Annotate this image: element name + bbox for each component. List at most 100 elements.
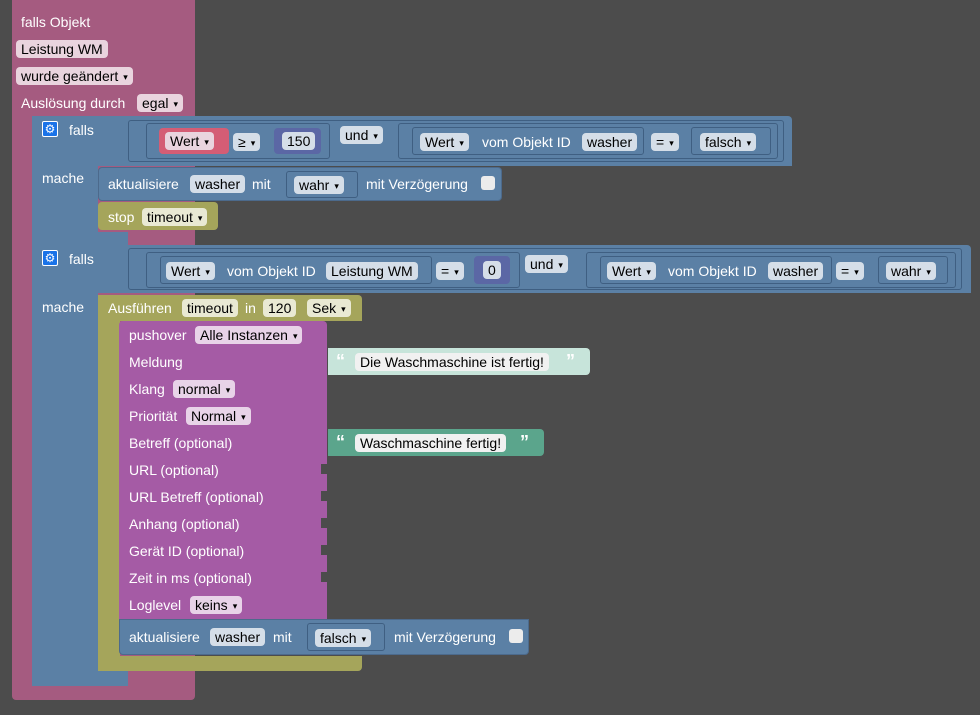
object-id-field[interactable]: washer: [768, 262, 824, 280]
input-notch: [321, 545, 327, 555]
operator-dropdown[interactable]: = ▾: [836, 262, 864, 280]
value-dropdown[interactable]: Wert ▾: [165, 132, 214, 150]
message-text-field[interactable]: Die Waschmaschine ist fertig!: [355, 353, 549, 371]
priority-value: Normal: [191, 408, 237, 424]
quote-open-icon: “: [336, 432, 345, 452]
timeout-block-footer: [98, 656, 362, 671]
object-id-label: vom Objekt ID: [482, 134, 571, 150]
chevron-down-icon: ▾: [197, 213, 203, 223]
operator-dropdown[interactable]: = ▾: [436, 262, 464, 280]
chevron-down-icon: ▾: [558, 260, 563, 270]
timeout-in-label: in: [245, 300, 256, 316]
logic-operator-dropdown[interactable]: und ▾: [340, 126, 383, 144]
boolean-dropdown[interactable]: falsch ▾: [315, 629, 372, 647]
number-block[interactable]: 0: [474, 256, 510, 284]
number-field[interactable]: 150: [282, 132, 316, 150]
gear-icon[interactable]: ⚙: [42, 121, 58, 137]
subject-text-field[interactable]: Waschmaschine fertig!: [355, 434, 507, 452]
quote-open-icon: “: [336, 351, 345, 371]
object-id-label: vom Objekt ID: [668, 263, 757, 279]
operator-dropdown[interactable]: = ▾: [651, 133, 679, 151]
value-label: Wert: [170, 133, 200, 149]
event-object-field[interactable]: Leistung WM: [16, 40, 108, 58]
value-dropdown[interactable]: Wert ▾: [420, 133, 469, 151]
loglevel-label: Loglevel: [129, 597, 182, 613]
input-notch: [321, 464, 327, 474]
object-id-field[interactable]: Leistung WM: [326, 262, 418, 280]
timeout-unit-dropdown[interactable]: Sek ▾: [307, 299, 351, 317]
boolean-dropdown[interactable]: wahr ▾: [294, 176, 344, 194]
event-label: falls Objekt: [21, 14, 91, 30]
number-field[interactable]: 0: [483, 261, 501, 279]
loglevel-dropdown[interactable]: keins ▾: [190, 596, 243, 614]
operator-value: =: [441, 263, 450, 279]
event-condition-dropdown[interactable]: wurde geändert ▾: [16, 67, 133, 85]
update-label: aktualisiere: [108, 176, 179, 192]
operator-value: =: [841, 263, 850, 279]
logic-operator-value: und: [345, 127, 369, 143]
sound-value: normal: [178, 381, 221, 397]
chevron-down-icon: ▾: [173, 99, 178, 109]
stop-label: stop: [108, 209, 135, 225]
value-dropdown[interactable]: Wert ▾: [607, 262, 656, 280]
chevron-down-icon: ▾: [646, 267, 651, 277]
if-block-2-footer: [32, 670, 128, 686]
priority-dropdown[interactable]: Normal ▾: [186, 407, 251, 425]
loglevel-value: keins: [195, 597, 228, 613]
chevron-down-icon: ▾: [854, 267, 859, 277]
value-block[interactable]: Wert ▾: [159, 128, 229, 154]
priority-label: Priorität: [129, 408, 178, 424]
value-label: Wert: [425, 134, 455, 150]
input-notch: [321, 572, 327, 582]
timeout-name-field[interactable]: timeout: [182, 299, 238, 317]
chevron-down-icon: ▾: [746, 138, 752, 148]
value-label: Wert: [612, 263, 642, 279]
update-object-field[interactable]: washer: [190, 175, 246, 193]
message-label: Meldung: [129, 354, 183, 370]
do-label: mache: [42, 299, 85, 315]
value-dropdown[interactable]: Wert ▾: [166, 262, 215, 280]
input-notch: [321, 518, 327, 528]
delay-checkbox[interactable]: [481, 176, 495, 190]
update-label: aktualisiere: [129, 629, 200, 645]
timeout-block-spine: [98, 295, 120, 671]
if-1-label: falls: [69, 122, 94, 138]
chevron-down-icon: ▾: [241, 412, 246, 422]
logic-operator-dropdown[interactable]: und ▾: [525, 255, 568, 273]
chevron-down-icon: ▾: [204, 137, 209, 147]
event-condition-value: wurde geändert: [21, 68, 119, 84]
logic-operator-value: und: [530, 256, 554, 272]
url-label: URL (optional): [129, 462, 219, 478]
pushover-instance-value: Alle Instanzen: [200, 327, 288, 343]
object-id-label: vom Objekt ID: [227, 263, 316, 279]
chevron-down-icon: ▾: [361, 634, 367, 644]
do-label: mache: [42, 170, 85, 186]
chevron-down-icon: ▾: [225, 385, 231, 395]
timeout-label: Ausführen: [108, 300, 172, 316]
chevron-down-icon: ▾: [292, 331, 298, 341]
gear-icon[interactable]: ⚙: [42, 250, 58, 266]
quote-close-icon: ”: [520, 432, 529, 452]
sound-dropdown[interactable]: normal ▾: [173, 380, 236, 398]
delay-checkbox[interactable]: [509, 629, 523, 643]
number-block[interactable]: 150: [274, 128, 321, 154]
subject-label: Betreff (optional): [129, 435, 233, 451]
update-object-field[interactable]: washer: [210, 628, 266, 646]
sound-label: Klang: [129, 381, 165, 397]
stop-timeout-dropdown[interactable]: timeout ▾: [142, 208, 208, 226]
boolean-dropdown[interactable]: wahr ▾: [886, 262, 936, 280]
stop-timeout-value: timeout: [147, 209, 193, 225]
trigger-dropdown[interactable]: egal ▾: [137, 94, 183, 112]
chevron-down-icon: ▾: [459, 138, 464, 148]
update-with-label: mit: [252, 176, 271, 192]
timeout-unit-value: Sek: [312, 300, 337, 316]
boolean-dropdown[interactable]: falsch ▾: [700, 133, 757, 151]
value-label: Wert: [171, 263, 201, 279]
boolean-value: falsch: [320, 630, 357, 646]
delay-label: mit Verzögerung: [394, 629, 496, 645]
boolean-value: wahr: [299, 177, 330, 193]
object-id-field[interactable]: washer: [582, 133, 638, 151]
timeout-value-field[interactable]: 120: [263, 299, 297, 317]
operator-dropdown[interactable]: ≥ ▾: [233, 133, 261, 151]
pushover-instance-dropdown[interactable]: Alle Instanzen ▾: [195, 326, 303, 344]
